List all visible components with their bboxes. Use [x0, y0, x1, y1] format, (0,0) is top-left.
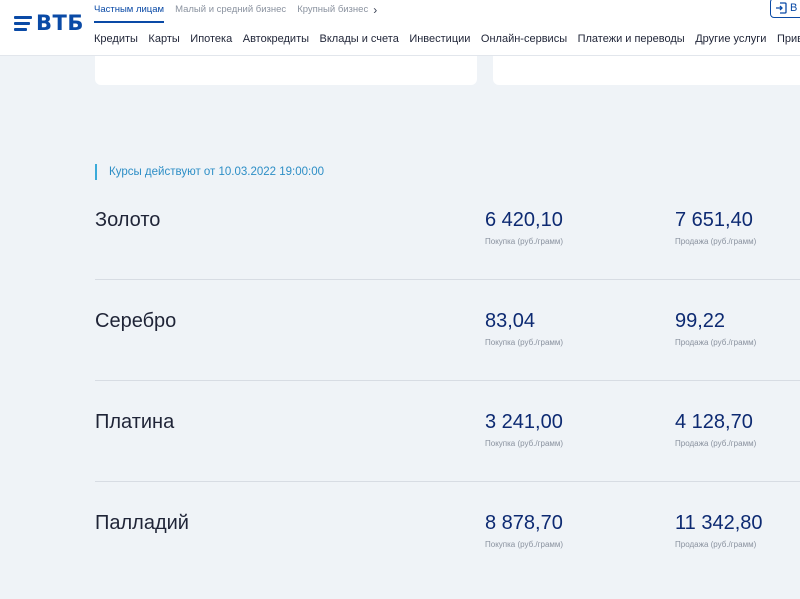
chevron-right-icon[interactable]: ›	[373, 3, 377, 17]
segment-sme[interactable]: Малый и средний бизнес	[175, 3, 286, 17]
nav-item-privileges[interactable]: Привиле	[777, 33, 800, 45]
buy-label: Покупка (руб./грамм)	[485, 540, 564, 549]
nav-item-mortgage[interactable]: Ипотека	[190, 33, 232, 45]
row-divider	[95, 481, 800, 482]
segment-private[interactable]: Частным лицам	[94, 3, 165, 23]
buy-rate: 6 420,10	[485, 209, 563, 231]
metal-name: Палладий	[95, 512, 189, 534]
nav-item-credits[interactable]: Кредиты	[94, 33, 138, 45]
metal-name: Серебро	[95, 310, 177, 332]
segment-switcher: Частным лицам Малый и средний бизнес Кру…	[94, 0, 377, 23]
nav-item-cards[interactable]: Карты	[148, 33, 179, 45]
row-divider	[95, 380, 800, 381]
nav-item-deposits[interactable]: Вклады и счета	[320, 33, 399, 45]
buy-rate: 8 878,70	[485, 512, 563, 534]
metal-name: Платина	[95, 411, 175, 433]
nav-item-car-loans[interactable]: Автокредиты	[243, 33, 309, 45]
vtb-logo[interactable]: ВТБ	[14, 10, 84, 36]
sell-rate: 11 342,80	[675, 512, 763, 534]
metal-row-silver: Серебро 83,04 Покупка (руб./грамм) 99,22…	[95, 310, 800, 411]
nav-item-other-services[interactable]: Другие услуги	[695, 33, 766, 45]
metal-row-palladium: Палладий 8 878,70 Покупка (руб./грамм) 1…	[95, 512, 800, 599]
login-icon	[776, 2, 787, 14]
nav-item-online-services[interactable]: Онлайн-сервисы	[481, 33, 567, 45]
sell-rate: 99,22	[675, 310, 726, 332]
sell-rate: 4 128,70	[675, 411, 753, 433]
logo-bars-icon	[14, 16, 32, 31]
rates-validity-note: Курсы действуют от 10.03.2022 19:00:00	[95, 164, 324, 180]
buy-rate: 3 241,00	[485, 411, 563, 433]
sell-rate: 7 651,40	[675, 209, 753, 231]
sell-label: Продажа (руб./грамм)	[675, 439, 757, 448]
buy-label: Покупка (руб./грамм)	[485, 439, 564, 448]
metal-row-gold: Золото 6 420,10 Покупка (руб./грамм) 7 6…	[95, 209, 800, 310]
nav-item-investments[interactable]: Инвестиции	[409, 33, 470, 45]
buy-rate: 83,04	[485, 310, 536, 332]
row-divider	[95, 279, 800, 280]
segment-corporate[interactable]: Крупный бизнес	[297, 3, 368, 17]
metal-name: Золото	[95, 209, 161, 231]
info-card-right	[493, 56, 800, 85]
sell-label: Продажа (руб./грамм)	[675, 540, 757, 549]
info-card-left	[95, 56, 477, 85]
buy-label: Покупка (руб./грамм)	[485, 338, 564, 347]
buy-label: Покупка (руб./грамм)	[485, 237, 564, 246]
metal-row-platinum: Платина 3 241,00 Покупка (руб./грамм) 4 …	[95, 411, 800, 512]
login-label: В	[790, 2, 798, 14]
login-button[interactable]: В	[770, 0, 800, 18]
main-nav: Кредиты Карты Ипотека Автокредиты Вклады…	[94, 33, 800, 45]
nav-item-payments[interactable]: Платежи и переводы	[578, 33, 685, 45]
site-header: ВТБ Частным лицам Малый и средний бизнес…	[0, 0, 800, 56]
sell-label: Продажа (руб./грамм)	[675, 338, 757, 347]
logo-text: ВТБ	[36, 11, 84, 35]
sell-label: Продажа (руб./грамм)	[675, 237, 757, 246]
